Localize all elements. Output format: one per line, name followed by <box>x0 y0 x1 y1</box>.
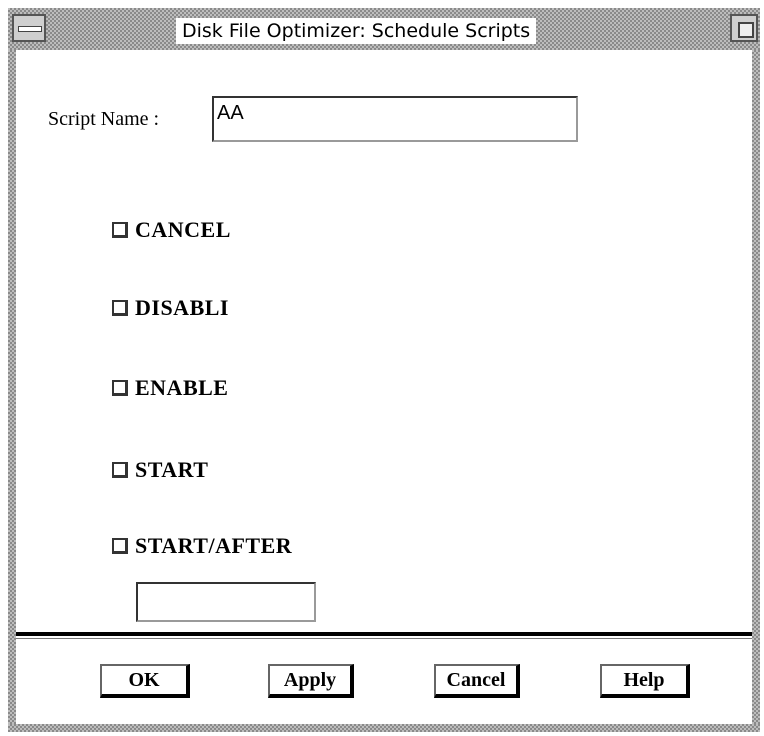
start-checkbox[interactable] <box>112 462 128 478</box>
button-area-separator-shadow <box>16 638 752 639</box>
window-menu-button[interactable] <box>12 14 46 42</box>
option-disable[interactable]: DISABLI <box>112 294 229 322</box>
option-enable[interactable]: ENABLE <box>112 374 228 402</box>
maximize-button[interactable] <box>730 14 758 42</box>
script-name-label: Script Name : <box>48 108 160 130</box>
window-title: Disk File Optimizer: Schedule Scripts <box>176 18 537 44</box>
disable-checkbox-label: DISABLI <box>135 295 229 320</box>
option-cancel[interactable]: CANCEL <box>112 216 231 244</box>
dialog-body: Script Name : AA CANCEL DISABLI ENABLE S… <box>16 50 752 724</box>
cancel-checkbox[interactable] <box>112 222 128 238</box>
ok-button[interactable]: OK <box>100 664 190 698</box>
schedule-scripts-dialog: Disk File Optimizer: Schedule Scripts Sc… <box>8 8 760 732</box>
help-button[interactable]: Help <box>600 664 690 698</box>
maximize-icon <box>738 22 754 38</box>
window-menu-icon <box>18 26 42 32</box>
option-start-after[interactable]: START/AFTER <box>112 532 292 560</box>
window-frame-left[interactable] <box>8 50 16 732</box>
start-checkbox-label: START <box>135 457 209 482</box>
window-frame-right[interactable] <box>752 50 760 732</box>
cancel-button[interactable]: Cancel <box>434 664 520 698</box>
apply-button[interactable]: Apply <box>268 664 354 698</box>
title-bar[interactable]: Disk File Optimizer: Schedule Scripts <box>8 8 760 50</box>
enable-checkbox[interactable] <box>112 380 128 396</box>
start-after-checkbox[interactable] <box>112 538 128 554</box>
button-area-separator <box>16 632 752 636</box>
window-frame-bottom[interactable] <box>8 724 760 732</box>
disable-checkbox[interactable] <box>112 300 128 316</box>
start-after-checkbox-label: START/AFTER <box>135 533 293 558</box>
cancel-checkbox-label: CANCEL <box>135 217 231 242</box>
script-name-input[interactable]: AA <box>212 96 578 142</box>
option-start[interactable]: START <box>112 456 208 484</box>
start-after-input[interactable] <box>136 582 316 622</box>
enable-checkbox-label: ENABLE <box>135 375 229 400</box>
